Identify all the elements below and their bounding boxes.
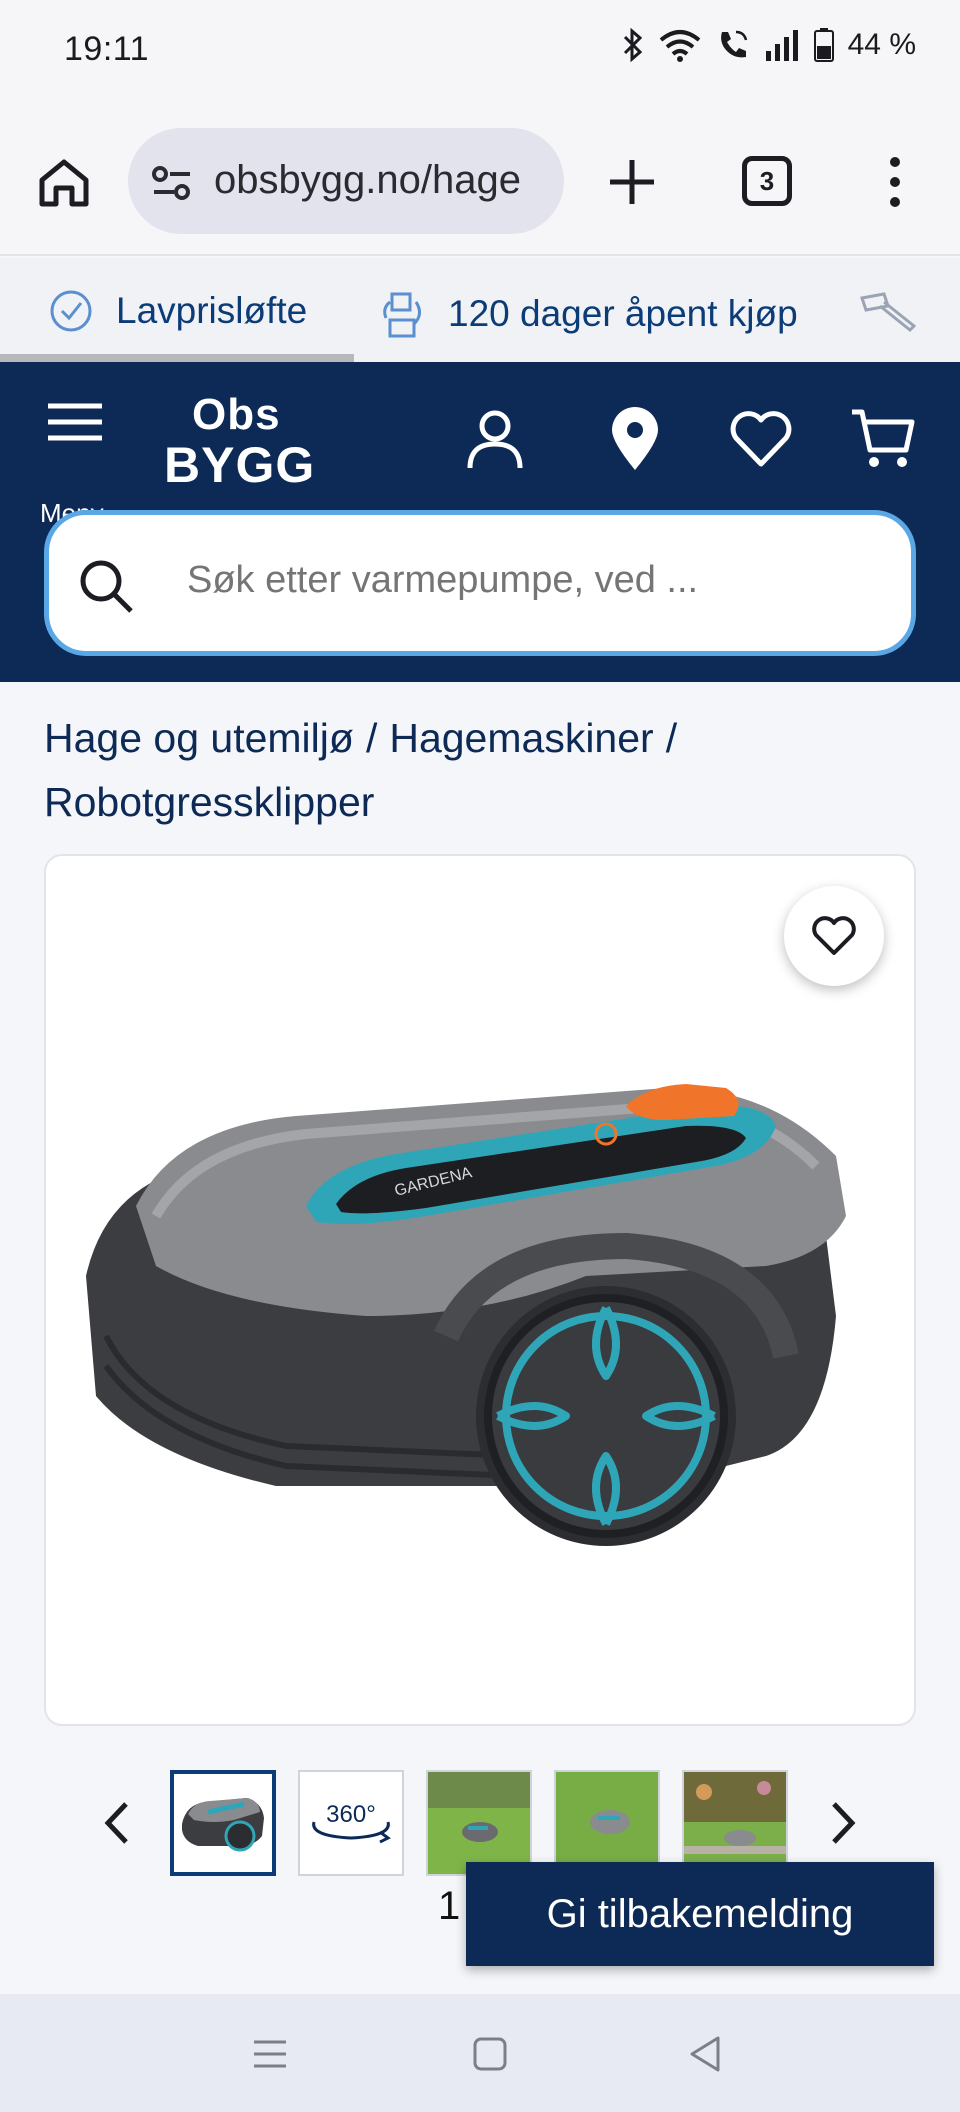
thumbnail-1[interactable] [170, 1770, 276, 1876]
cart-icon[interactable] [850, 406, 916, 472]
more-vert-icon[interactable] [880, 154, 910, 210]
feedback-button[interactable]: Gi tilbakemelding [466, 1862, 934, 1966]
battery-icon [813, 28, 834, 62]
usp-item-lavprisloefte[interactable]: Lavprisløfte [48, 288, 307, 334]
address-bar[interactable]: obsbygg.no/hage [128, 128, 564, 234]
breadcrumb-separator: / [665, 715, 678, 761]
signal-icon [765, 30, 798, 61]
recent-apps-icon[interactable] [248, 2032, 292, 2076]
status-bar: 19:11 44 % [0, 0, 960, 104]
heart-icon[interactable] [728, 406, 794, 472]
robot-mower-image[interactable]: GARDENA [66, 1016, 896, 1576]
thumb-360-label: 360° [326, 1801, 376, 1828]
usp-label: 120 dager åpent kjøp [448, 293, 798, 334]
image-counter: 1 [438, 1884, 461, 1928]
return-box-icon [383, 292, 421, 338]
home-nav-icon[interactable] [468, 2032, 512, 2076]
heart-icon [812, 916, 856, 955]
logo-text-bygg: BYGG [164, 437, 316, 493]
site-settings-icon[interactable] [150, 162, 194, 202]
garden-photo-thumbnail [428, 1772, 530, 1874]
chevron-right-icon[interactable] [822, 1798, 862, 1848]
hamburger-icon [48, 403, 102, 441]
breadcrumb-link-hage[interactable]: Hage og utemiljø [44, 715, 354, 761]
breadcrumb-link-hagemaskiner[interactable]: Hagemaskiner [389, 715, 653, 761]
status-time: 19:11 [64, 30, 150, 68]
hammer-icon [860, 292, 917, 333]
favorite-button[interactable] [784, 886, 884, 986]
location-pin-icon[interactable] [602, 406, 668, 472]
robot-mower-thumbnail [174, 1774, 272, 1872]
thumbnail-360[interactable]: 360° [298, 1770, 404, 1876]
usp-progress-bar [0, 354, 354, 362]
battery-percent: 44 % [847, 28, 916, 61]
usp-item-hammer[interactable] [858, 288, 918, 334]
thumbnail-3[interactable] [426, 1770, 532, 1876]
new-tab-icon[interactable] [604, 154, 660, 210]
breadcrumb: Hage og utemiljø / Hagemaskiner / Robotgress… [44, 706, 924, 834]
logo-text-obs: Obs [192, 390, 281, 439]
usp-carousel: Lavprisløfte 120 dager åpent kjøp [0, 258, 960, 362]
menu-button[interactable]: Meny [36, 402, 112, 528]
obs-bygg-logo[interactable]: Obs BYGG [164, 386, 314, 496]
search-icon [80, 560, 133, 613]
site-header: Meny Obs BYGG [0, 362, 960, 682]
system-navigation-bar [0, 1994, 960, 2112]
chevron-left-icon[interactable] [98, 1798, 138, 1848]
rotate-360-icon: 360° [312, 1801, 391, 1844]
wifi-icon [659, 30, 700, 62]
search-bar[interactable] [44, 510, 916, 656]
back-nav-icon[interactable] [684, 2032, 728, 2076]
user-icon[interactable] [462, 406, 528, 472]
lawn-photo-thumbnail [556, 1772, 658, 1874]
tab-switcher-button[interactable]: 3 [742, 156, 792, 206]
wifi-call-icon [720, 30, 747, 58]
product-image-card: GARDENA [44, 854, 916, 1726]
breadcrumb-link-robotgressklipper[interactable]: Robotgressklipper [44, 779, 374, 825]
bluetooth-icon [623, 28, 642, 62]
thumbnail-5[interactable] [682, 1770, 788, 1876]
usp-label: Lavprisløfte [116, 290, 308, 331]
check-circle-icon [50, 290, 92, 332]
breadcrumb-separator: / [365, 715, 378, 761]
search-input[interactable] [187, 559, 867, 602]
home-icon[interactable] [36, 154, 92, 210]
thumbnail-4[interactable] [554, 1770, 660, 1876]
status-icons: 44 % [622, 28, 916, 62]
url-text: obsbygg.no/hage [214, 158, 521, 202]
flowerbed-photo-thumbnail [684, 1772, 786, 1874]
usp-item-open-purchase[interactable]: 120 dager åpent kjøp [380, 288, 798, 340]
browser-toolbar: obsbygg.no/hage 3 [0, 104, 960, 256]
